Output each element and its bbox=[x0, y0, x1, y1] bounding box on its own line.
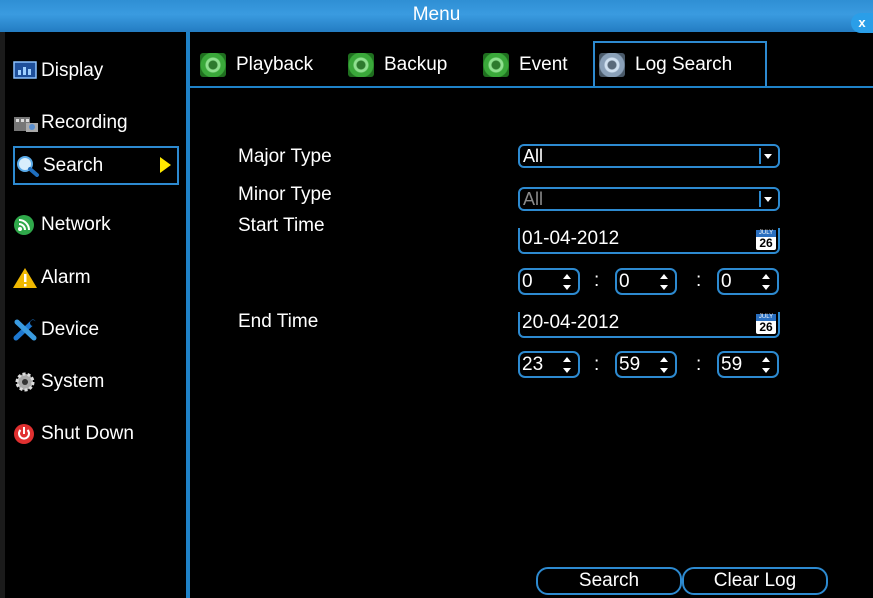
system-icon bbox=[13, 371, 39, 393]
end-minute-spinner[interactable]: 59 bbox=[615, 351, 677, 378]
end-hour-value: 23 bbox=[522, 354, 544, 375]
gear-icon bbox=[200, 53, 226, 77]
tab-label: Log Search bbox=[635, 53, 733, 75]
end-second-value: 59 bbox=[721, 354, 743, 375]
major-type-select[interactable]: All bbox=[518, 144, 780, 168]
window-title: Menu bbox=[412, 4, 461, 25]
sidebar-item-label: Display bbox=[41, 59, 104, 81]
sidebar-item-label: Device bbox=[41, 318, 100, 340]
calendar-day: 26 bbox=[759, 236, 773, 250]
power-icon bbox=[13, 423, 39, 445]
sidebar: Display Recording Search Network Alarm D… bbox=[5, 32, 185, 598]
end-second-spinner[interactable]: 59 bbox=[717, 351, 779, 378]
calendar-icon[interactable]: JULY 26 bbox=[756, 314, 776, 334]
sidebar-item-search[interactable]: Search bbox=[13, 146, 179, 185]
device-icon bbox=[13, 319, 39, 341]
gear-icon bbox=[348, 53, 374, 77]
tab-label: Backup bbox=[384, 54, 448, 75]
time-separator: : bbox=[696, 270, 702, 291]
end-minute-value: 59 bbox=[619, 354, 641, 375]
tab-label: Event bbox=[519, 54, 568, 75]
up-down-arrows-icon[interactable] bbox=[562, 272, 572, 292]
active-arrow-icon bbox=[160, 157, 171, 173]
end-time-label: End Time bbox=[238, 311, 319, 332]
sidebar-item-display[interactable]: Display bbox=[13, 52, 181, 89]
minor-type-value: All bbox=[523, 189, 544, 209]
start-date-value: 01-04-2012 bbox=[522, 228, 620, 249]
minor-type-label: Minor Type bbox=[238, 184, 332, 205]
sidebar-item-alarm[interactable]: Alarm bbox=[13, 259, 181, 296]
chevron-down-icon[interactable] bbox=[759, 148, 775, 164]
sidebar-item-label: Network bbox=[41, 213, 111, 235]
major-type-label: Major Type bbox=[238, 146, 332, 167]
clear-log-button[interactable]: Clear Log bbox=[682, 567, 828, 595]
calendar-icon[interactable]: JULY 26 bbox=[756, 230, 776, 250]
start-minute-value: 0 bbox=[619, 271, 630, 292]
close-button[interactable]: x bbox=[851, 13, 873, 33]
chevron-down-icon[interactable] bbox=[759, 191, 775, 207]
up-down-arrows-icon[interactable] bbox=[761, 355, 771, 375]
sidebar-item-label: Search bbox=[43, 154, 104, 176]
start-second-spinner[interactable]: 0 bbox=[717, 268, 779, 295]
start-second-value: 0 bbox=[721, 271, 732, 292]
tab-underline bbox=[190, 86, 873, 88]
tab-playback[interactable]: Playback bbox=[200, 46, 313, 84]
end-date-field[interactable]: 20-04-2012 JULY 26 bbox=[518, 312, 780, 338]
network-icon bbox=[13, 214, 39, 236]
title-bar: Menu x bbox=[0, 0, 873, 33]
recording-icon bbox=[13, 112, 39, 134]
time-separator: : bbox=[696, 354, 702, 375]
display-icon bbox=[13, 60, 39, 82]
time-separator: : bbox=[594, 270, 600, 291]
sidebar-item-label: Alarm bbox=[41, 266, 91, 288]
calendar-day: 26 bbox=[759, 320, 773, 334]
up-down-arrows-icon[interactable] bbox=[659, 272, 669, 292]
tab-log-search[interactable]: Log Search bbox=[593, 41, 767, 86]
search-button[interactable]: Search bbox=[536, 567, 682, 595]
major-type-value: All bbox=[523, 146, 544, 166]
start-hour-value: 0 bbox=[522, 271, 533, 292]
up-down-arrows-icon[interactable] bbox=[659, 355, 669, 375]
start-time-label: Start Time bbox=[238, 215, 325, 236]
sidebar-item-label: System bbox=[41, 370, 105, 392]
end-hour-spinner[interactable]: 23 bbox=[518, 351, 580, 378]
end-date-value: 20-04-2012 bbox=[522, 312, 620, 333]
start-date-field[interactable]: 01-04-2012 JULY 26 bbox=[518, 228, 780, 254]
alarm-icon bbox=[13, 267, 39, 289]
gear-icon bbox=[483, 53, 509, 77]
start-hour-spinner[interactable]: 0 bbox=[518, 268, 580, 295]
sidebar-item-shut-down[interactable]: Shut Down bbox=[13, 415, 181, 452]
sidebar-divider bbox=[186, 32, 190, 598]
time-separator: : bbox=[594, 354, 600, 375]
up-down-arrows-icon[interactable] bbox=[761, 272, 771, 292]
tab-event[interactable]: Event bbox=[483, 46, 568, 84]
sidebar-item-network[interactable]: Network bbox=[13, 206, 181, 243]
search-icon bbox=[15, 155, 41, 177]
gear-icon bbox=[599, 52, 625, 77]
up-down-arrows-icon[interactable] bbox=[562, 355, 572, 375]
tab-backup[interactable]: Backup bbox=[348, 46, 447, 84]
sidebar-item-device[interactable]: Device bbox=[13, 311, 181, 348]
tab-bar: Playback Backup Event Log Search bbox=[190, 40, 873, 86]
start-minute-spinner[interactable]: 0 bbox=[615, 268, 677, 295]
sidebar-item-label: Recording bbox=[41, 111, 128, 133]
sidebar-item-recording[interactable]: Recording bbox=[13, 104, 181, 141]
minor-type-select[interactable]: All bbox=[518, 187, 780, 211]
sidebar-item-label: Shut Down bbox=[41, 422, 134, 444]
tab-label: Playback bbox=[236, 54, 314, 75]
sidebar-item-system[interactable]: System bbox=[13, 363, 181, 400]
